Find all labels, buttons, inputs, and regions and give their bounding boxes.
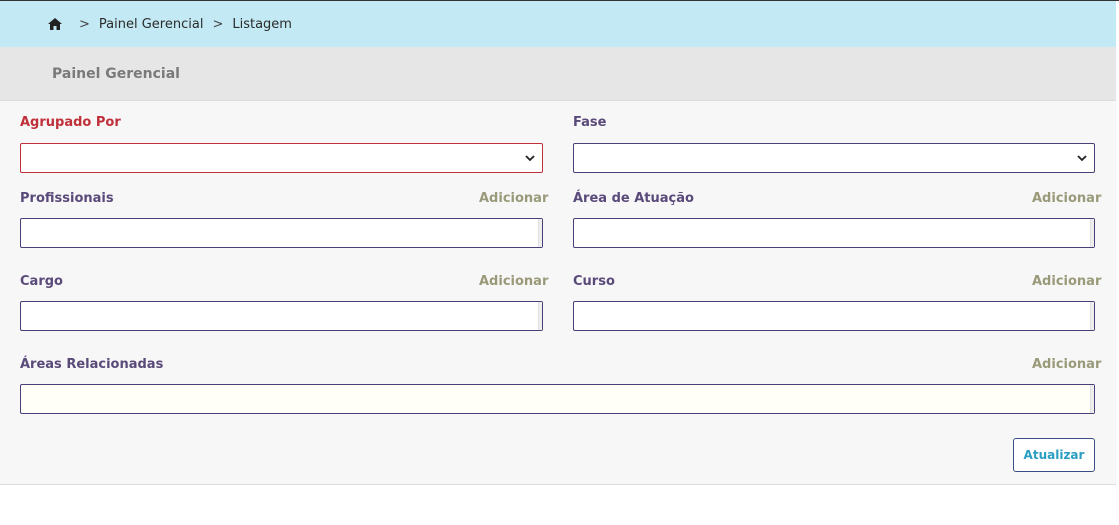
input-scrollbar (1090, 385, 1094, 413)
breadcrumb-item-painel-gerencial[interactable]: Painel Gerencial (99, 17, 204, 32)
breadcrumb-item-listagem: Listagem (232, 16, 292, 32)
profissionais-label: Profissionais (20, 191, 114, 206)
breadcrumb-separator: > (79, 16, 90, 32)
profissionais-input[interactable] (20, 218, 543, 248)
areas-relacionadas-add-link[interactable]: Adicionar (1032, 357, 1101, 372)
fase-select[interactable] (573, 143, 1095, 173)
agrupado-por-select[interactable] (20, 143, 543, 173)
breadcrumb-separator: > (212, 16, 224, 32)
chevron-down-icon (1077, 155, 1087, 162)
agrupado-por-label: Agrupado Por (20, 115, 121, 130)
curso-add-link[interactable]: Adicionar (1032, 274, 1101, 289)
update-button[interactable]: Atualizar (1013, 438, 1095, 472)
curso-input[interactable] (573, 301, 1095, 331)
input-scrollbar (538, 302, 542, 330)
chevron-down-icon (525, 155, 535, 162)
page-title: Painel Gerencial (52, 65, 180, 82)
filter-form: Agrupado Por Fase Profissionais Adiciona… (0, 100, 1116, 485)
cargo-label: Cargo (20, 274, 63, 289)
areas-relacionadas-label: Áreas Relacionadas (20, 357, 164, 372)
fase-label: Fase (573, 115, 607, 130)
input-scrollbar (1090, 302, 1094, 330)
area-atuacao-add-link[interactable]: Adicionar (1032, 191, 1101, 206)
page-header: Painel Gerencial (0, 47, 1116, 100)
areas-relacionadas-input[interactable] (20, 384, 1095, 414)
input-scrollbar (538, 219, 542, 247)
cargo-input[interactable] (20, 301, 543, 331)
curso-label: Curso (573, 274, 615, 289)
home-icon[interactable] (48, 18, 62, 30)
area-atuacao-input[interactable] (573, 218, 1095, 248)
cargo-add-link[interactable]: Adicionar (479, 274, 548, 289)
profissionais-add-link[interactable]: Adicionar (479, 191, 548, 206)
input-scrollbar (1090, 219, 1094, 247)
breadcrumb: > Painel Gerencial > Listagem (0, 1, 1116, 47)
area-atuacao-label: Área de Atuação (573, 191, 694, 206)
